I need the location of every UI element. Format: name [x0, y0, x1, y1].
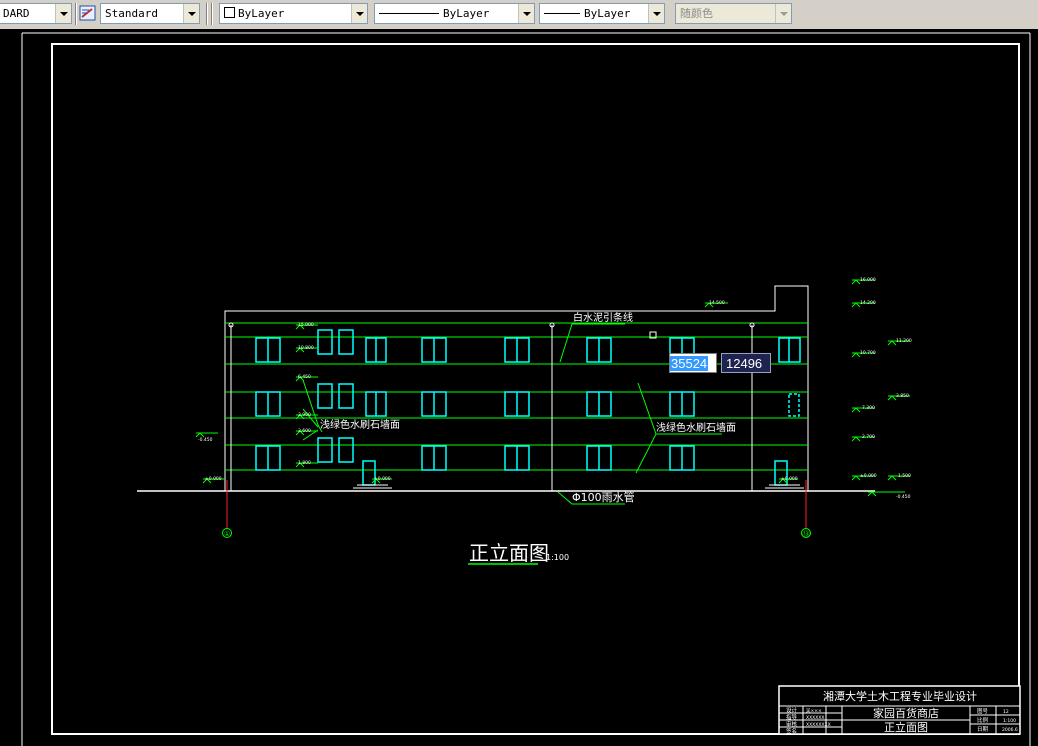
svg-text:1.800: 1.800: [298, 460, 311, 466]
svg-text:14.500: 14.500: [709, 300, 725, 306]
dynamic-input-y-value: 12496: [726, 356, 763, 371]
entrance-steps: [353, 484, 804, 489]
linetype-value: ByLayer: [443, 7, 490, 20]
svg-text:15.000: 15.000: [298, 322, 314, 328]
dimension-style-value: Standard: [105, 7, 158, 20]
svg-text:1:100: 1:100: [1003, 718, 1016, 724]
svg-text:10.800: 10.800: [298, 345, 314, 351]
svg-text:日期: 日期: [977, 726, 989, 733]
color-control-dropdown[interactable]: ByLayer: [219, 3, 368, 24]
chevron-down-icon[interactable]: [351, 4, 367, 23]
svg-text:2006.6: 2006.6: [1002, 727, 1018, 733]
chevron-down-icon[interactable]: [55, 4, 71, 23]
svg-text:12: 12: [1003, 709, 1009, 715]
svg-text:14.200: 14.200: [860, 300, 876, 306]
axis-bubbles: [222, 528, 811, 538]
linetype-dropdown[interactable]: ByLayer: [374, 3, 535, 24]
plot-style-value: 随颜色: [680, 7, 713, 20]
axis-label-left: ①: [224, 530, 230, 538]
chevron-down-icon[interactable]: [183, 4, 199, 23]
toolbar-separator: [75, 3, 77, 25]
elevation-texts-left: 15.000 10.800 6.450 3.900 3.600 1.800 ±0…: [198, 322, 391, 482]
svg-text:11.200: 11.200: [896, 338, 912, 344]
annotation-right-wall: 浅绿色水刷石墙面: [656, 421, 736, 434]
svg-text:指导: 指导: [786, 713, 798, 721]
elevation-drawing: ① ⑬ 15.000 10.800 6.450 3.900 3.600 1.80…: [21, 32, 1031, 746]
svg-text:10.700: 10.700: [860, 350, 876, 356]
color-swatch-icon: [224, 7, 235, 18]
annotation-top-label: 白水泥引条线: [573, 311, 633, 324]
dynamic-input-x-value: 35524: [670, 356, 709, 371]
lineweight-preview-icon: [544, 13, 580, 14]
svg-text:XXXXXX: XXXXXX: [806, 715, 825, 721]
annotation-left-wall: 浅绿色水刷石墙面: [320, 418, 400, 431]
svg-text:±0.000: ±0.000: [374, 476, 391, 482]
drawing-canvas[interactable]: ① ⑬ 15.000 10.800 6.450 3.900 3.600 1.80…: [0, 29, 1038, 746]
drawing-frame: [51, 43, 1020, 735]
lineweight-dropdown[interactable]: ByLayer: [539, 3, 665, 24]
svg-text:-0.450: -0.450: [198, 437, 213, 443]
title-block-school: 湘潭大学土木工程专业毕业设计: [823, 689, 977, 703]
dimension-style-icon[interactable]: [79, 4, 97, 22]
svg-text:1.500: 1.500: [898, 473, 911, 479]
drawing-title: 正立面图: [469, 541, 549, 565]
dimension-style-dropdown[interactable]: Standard: [100, 3, 200, 24]
svg-text:XXXXXXXX: XXXXXXXX: [806, 722, 831, 728]
title-block-project: 家园百货商店: [873, 706, 939, 720]
svg-text:6.450: 6.450: [298, 374, 311, 380]
axis-label-right: ⑬: [803, 530, 810, 538]
svg-text:±0.000: ±0.000: [205, 476, 222, 482]
svg-text:审核: 审核: [786, 720, 798, 728]
svg-text:7.300: 7.300: [862, 405, 875, 411]
svg-text:±0.000: ±0.000: [860, 473, 877, 479]
svg-text:3.600: 3.600: [298, 428, 311, 434]
svg-text:3.850: 3.850: [896, 393, 909, 399]
chevron-down-icon[interactable]: [648, 4, 664, 23]
svg-text:±0.000: ±0.000: [781, 476, 798, 482]
toolbar-separator: [211, 3, 213, 25]
color-control-value: ByLayer: [238, 7, 285, 20]
toolbar-separator: [206, 3, 208, 25]
svg-text:2.700: 2.700: [862, 434, 875, 440]
elevation-texts-right: 16.000 14.200 10.700 7.300 2.700 1.500 ±…: [709, 277, 912, 500]
axis-lines: [226, 480, 807, 528]
svg-text:设计: 设计: [786, 706, 798, 714]
title-block-drawing-name: 正立面图: [884, 720, 928, 734]
toolbar: DARD Standard ByLayer ByLayer ByLayer 随颜…: [0, 0, 1038, 30]
svg-text:-0.450: -0.450: [896, 494, 911, 500]
annotation-downpipe: Φ100雨水管: [572, 490, 635, 504]
svg-text:吴×××: 吴×××: [806, 708, 822, 714]
chevron-down-icon[interactable]: [518, 4, 534, 23]
dynamic-input-x[interactable]: 35524: [669, 353, 717, 373]
svg-text:16.000: 16.000: [860, 277, 876, 283]
svg-text:比例: 比例: [977, 716, 989, 724]
svg-text:图号: 图号: [977, 707, 989, 715]
dynamic-input-y[interactable]: 12496: [721, 353, 771, 373]
drawing-scale: 1:100: [546, 553, 569, 562]
text-style-dropdown[interactable]: DARD: [0, 3, 72, 24]
text-style-value: DARD: [3, 7, 30, 20]
lineweight-value: ByLayer: [584, 7, 631, 20]
windows: [255, 329, 801, 471]
chevron-down-icon: [775, 4, 791, 23]
svg-text:3.900: 3.900: [298, 412, 311, 418]
entrance-doors: [362, 460, 788, 486]
linetype-preview-icon: [379, 13, 439, 14]
svg-text:签名: 签名: [786, 727, 797, 735]
plot-style-dropdown: 随颜色: [675, 3, 792, 24]
